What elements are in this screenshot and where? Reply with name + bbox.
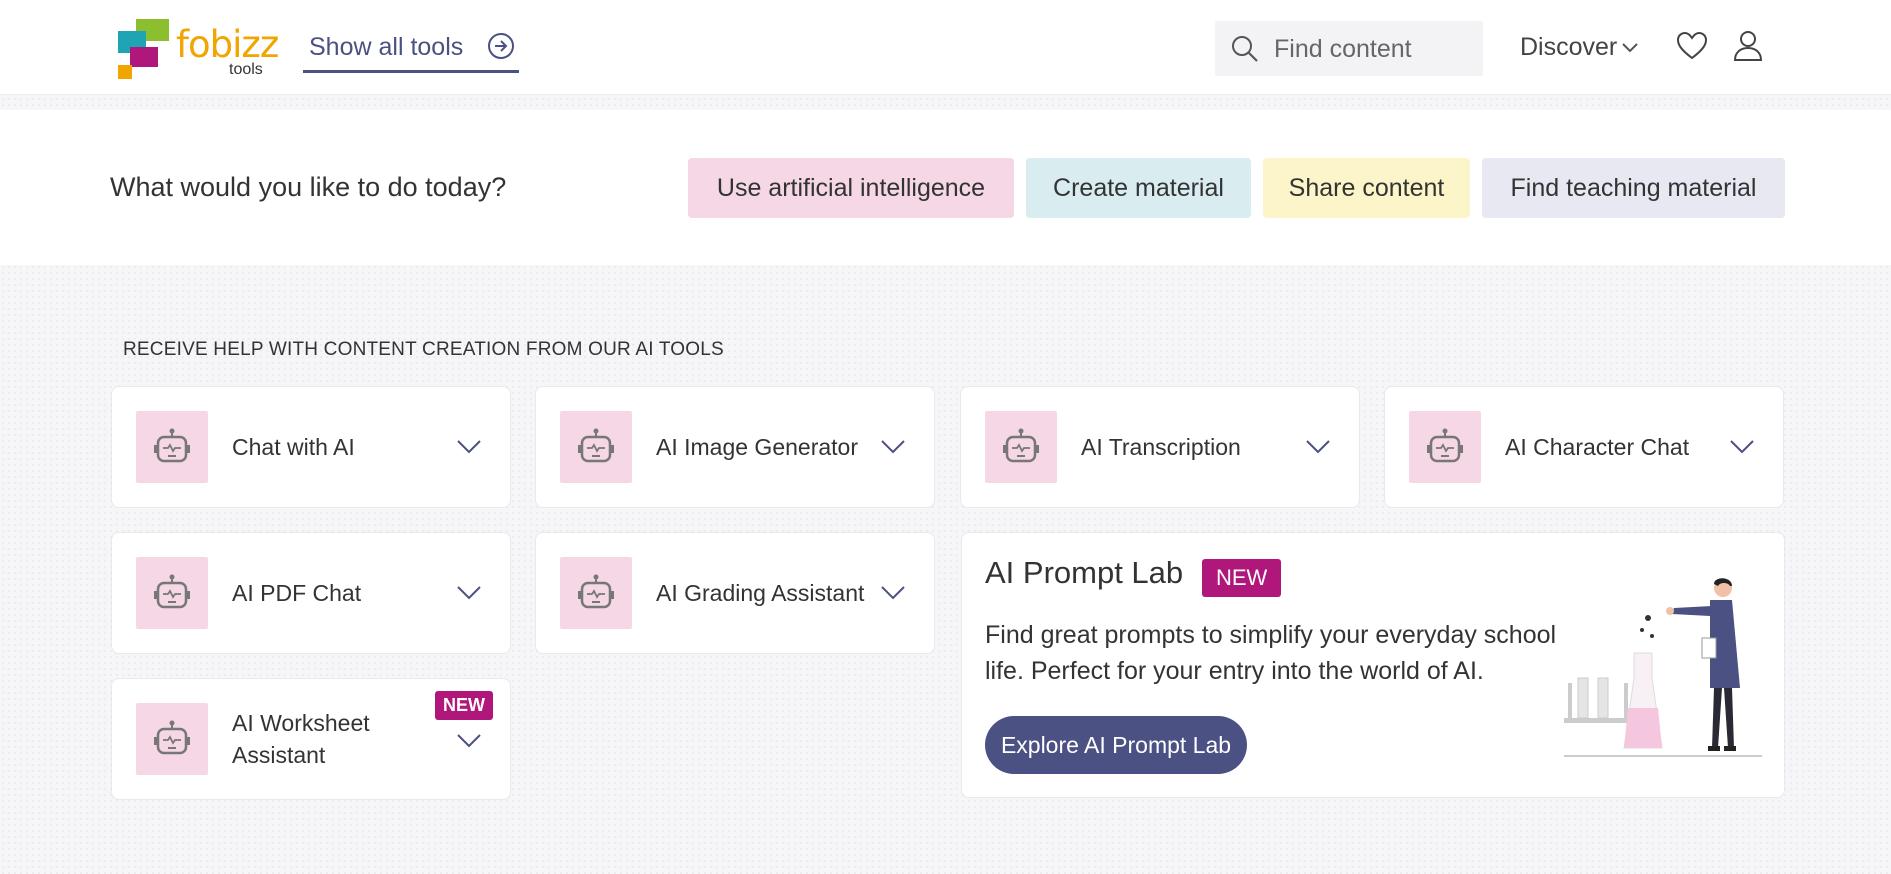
search-input[interactable] (1274, 31, 1474, 67)
prompt-lab-card: AI Prompt Lab NEW Find great prompts to … (961, 532, 1785, 798)
heart-icon[interactable] (1676, 31, 1708, 61)
discover-label: Discover (1520, 33, 1618, 61)
logo-subtitle: tools (229, 61, 263, 78)
new-badge: NEW (435, 691, 493, 720)
user-account-icon[interactable] (1733, 30, 1763, 62)
robot-icon (1409, 411, 1481, 483)
search-box[interactable] (1215, 21, 1483, 76)
chevron-down-icon[interactable] (1729, 439, 1755, 455)
task-banner: What would you like to do today? Use art… (0, 110, 1891, 265)
robot-icon (136, 557, 208, 629)
filter-pill-find-teaching-material[interactable]: Find teaching material (1482, 158, 1785, 218)
explore-prompt-lab-button[interactable]: Explore AI Prompt Lab (985, 716, 1247, 774)
prompt-lab-description: Find great prompts to simplify your ever… (985, 621, 1557, 685)
scientist-illustration (1564, 578, 1762, 757)
chevron-down-icon[interactable] (880, 585, 906, 601)
prompt-lab-title: AI Prompt Lab (985, 555, 1184, 590)
search-icon (1232, 36, 1258, 62)
discover-menu[interactable]: Discover (1520, 33, 1639, 62)
tool-card-ai-image-generator[interactable]: AI Image Generator (535, 386, 935, 508)
tool-card-ai-transcription[interactable]: AI Transcription (960, 386, 1360, 508)
tool-card-label: AI Grading Assistant (656, 580, 865, 606)
top-header: fobizz tools Show all tools Discover (0, 0, 1891, 95)
chevron-down-icon[interactable] (456, 733, 482, 749)
arrow-right-circle-icon (488, 33, 514, 59)
tool-card-label: AI PDF Chat (232, 580, 362, 606)
tool-card-label: AI Character Chat (1505, 434, 1690, 460)
chevron-down-icon[interactable] (1305, 439, 1331, 455)
robot-icon (985, 411, 1057, 483)
section-heading: RECEIVE HELP WITH CONTENT CREATION FROM … (123, 339, 724, 360)
robot-icon (560, 411, 632, 483)
robot-icon (136, 411, 208, 483)
tool-card-ai-character-chat[interactable]: AI Character Chat (1384, 386, 1784, 508)
filter-pill-ai[interactable]: Use artificial intelligence (688, 158, 1014, 218)
banner-question: What would you like to do today? (110, 172, 507, 202)
logo-mark-icon (118, 19, 169, 79)
fobizz-logo[interactable]: fobizz tools (116, 17, 279, 81)
robot-icon (560, 557, 632, 629)
filter-pill-create-material[interactable]: Create material (1026, 158, 1251, 218)
tool-card-ai-grading-assistant[interactable]: AI Grading Assistant (535, 532, 935, 654)
new-badge: NEW (1202, 559, 1282, 597)
tool-card-label: Chat with AI (232, 434, 355, 460)
show-all-tools-label: Show all tools (309, 33, 464, 61)
chevron-down-icon (1622, 43, 1638, 53)
logo-wordmark: fobizz (176, 23, 279, 66)
tool-card-chat-with-ai[interactable]: Chat with AI (111, 386, 511, 508)
tool-card-ai-pdf-chat[interactable]: AI PDF Chat (111, 532, 511, 654)
robot-icon (136, 703, 208, 775)
tool-card-label: AI Image Generator (656, 434, 858, 460)
chevron-down-icon[interactable] (880, 439, 906, 455)
chevron-down-icon[interactable] (456, 585, 482, 601)
tool-card-ai-worksheet-assistant[interactable]: AI Worksheet Assistant NEW (111, 678, 511, 800)
show-all-tools-link[interactable]: Show all tools (303, 30, 519, 73)
tool-card-label: AI Transcription (1081, 434, 1241, 460)
chevron-down-icon[interactable] (456, 439, 482, 455)
filter-pill-share-content[interactable]: Share content (1263, 158, 1470, 218)
tool-card-label: AI Worksheet Assistant (232, 710, 370, 768)
